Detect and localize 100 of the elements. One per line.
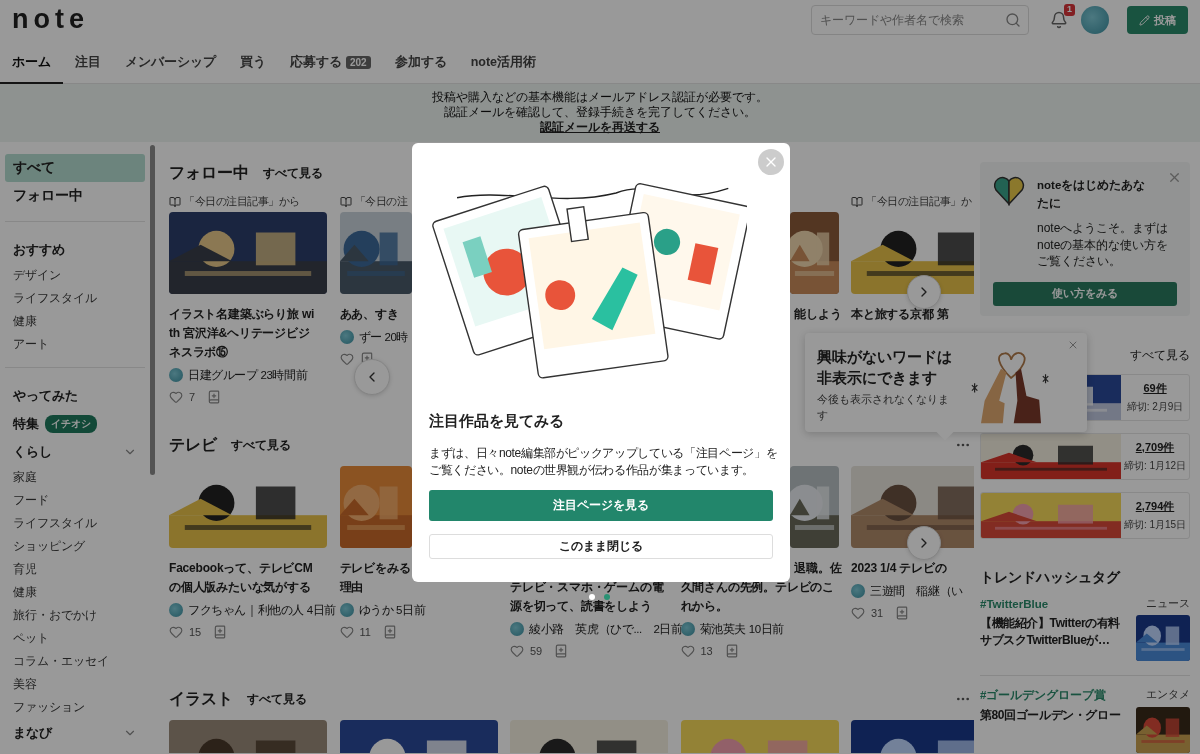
close-as-is-button[interactable]: このまま閉じる — [429, 534, 773, 559]
welcome-text: noteへようこそ。まずは noteの基本的な使い方を ご覧ください。 — [1037, 220, 1169, 270]
heart-icon[interactable] — [339, 352, 354, 366]
heart-icon — [993, 176, 1025, 206]
close-icon — [1167, 170, 1182, 185]
contest-card[interactable]: 2,794件 締切: 1月15日 — [980, 491, 1190, 539]
trend-article-title[interactable]: 【機能紹介】Twitterの有料 サブスクTwitterBlueが… — [980, 614, 1130, 661]
category-item[interactable]: 旅行・おでかけ — [5, 604, 145, 627]
article-title[interactable]: 能しよう — [794, 305, 842, 324]
category-item[interactable]: コラム・エッセイ — [5, 650, 145, 673]
category-item[interactable]: やってみた — [5, 382, 145, 410]
article-title[interactable]: 本と旅する京都 第 — [851, 305, 949, 324]
deadline: 締切: 1月12日 — [1123, 458, 1187, 473]
article-title[interactable]: イラスト名建築ぶらり旅 wi th 宮沢洋&ヘリテージビジ ネスラボ⑮ — [169, 305, 315, 362]
page-dot[interactable] — [604, 594, 610, 600]
nav-tab[interactable]: 買う — [228, 40, 278, 84]
category-item[interactable]: ライフスタイル — [5, 512, 145, 535]
like-count: 11 — [359, 626, 371, 638]
category-item[interactable]: ペット — [5, 627, 145, 650]
author-name: ゆうか 5日前 — [358, 602, 426, 618]
nav-tab[interactable]: 参加する — [382, 40, 459, 84]
heart-icon[interactable] — [851, 606, 865, 620]
previous-button[interactable] — [354, 359, 390, 395]
heart-icon[interactable] — [680, 644, 695, 658]
search-icon[interactable] — [1005, 12, 1021, 28]
heart-icon[interactable] — [339, 625, 354, 639]
avatar[interactable] — [1081, 6, 1109, 34]
article-title[interactable]: 2023 1/4 テレビの — [851, 559, 947, 578]
avatar — [339, 603, 354, 617]
notice-text: 認証メールを確認して、登録手続きを完了してください。 — [443, 105, 757, 120]
deadline: 締切: 2月9日 — [1126, 399, 1184, 414]
category-item[interactable]: フード — [5, 489, 145, 512]
nav-tab[interactable]: note活用術 — [458, 40, 549, 84]
contest-card[interactable]: 2,709件 締切: 1月12日 — [980, 432, 1190, 480]
view-featured-button[interactable]: 注目ページを見る — [429, 490, 773, 521]
scrollbar[interactable] — [150, 145, 155, 475]
category-item[interactable]: まなび — [5, 719, 145, 747]
hashtag-link[interactable]: #ゴールデングローブ賞 — [980, 687, 1107, 703]
like-count: 31 — [871, 607, 884, 619]
book-plus-icon[interactable] — [382, 625, 397, 639]
category-item[interactable]: 健康 — [5, 581, 145, 604]
author-name: 三遊間 稲継（い — [870, 583, 963, 599]
category-item[interactable]: すべて — [5, 154, 145, 182]
close-icon — [1067, 339, 1079, 351]
nav-tab[interactable]: メンバーシップ — [113, 40, 228, 84]
article-title[interactable]: ああ、すき — [339, 305, 399, 324]
like-count: 59 — [530, 645, 543, 657]
article-title[interactable]: 退職。佐 — [794, 559, 842, 578]
resend-link[interactable]: 認証メールを再送する — [540, 120, 660, 134]
category-item[interactable]: デザイン — [5, 264, 145, 287]
book-plus-icon[interactable] — [207, 390, 222, 404]
deadline: 締切: 1月15日 — [1123, 517, 1187, 532]
category-item[interactable]: フォロー中 — [5, 182, 145, 210]
book-plus-icon[interactable] — [554, 644, 569, 658]
category-label: ニュース — [1146, 596, 1190, 611]
heart-icon[interactable] — [510, 644, 524, 658]
category-item[interactable]: ショッピング — [5, 535, 145, 558]
search-field[interactable]: キーワードや作者名で検索 — [811, 5, 1029, 35]
article-title[interactable]: Facebookって、テレビCM の個人版みたいな気がする — [169, 559, 313, 597]
book-plus-icon[interactable] — [213, 625, 228, 639]
card-label: 「今日の注目記事」か — [866, 194, 971, 209]
entry-count: 2,794件 — [1135, 498, 1175, 514]
close-button[interactable] — [758, 149, 784, 175]
category-item[interactable]: 家庭 — [5, 466, 145, 489]
category-item[interactable]: くらし — [5, 438, 145, 466]
see-all-link[interactable]: すべて見る — [1130, 347, 1190, 364]
notice-text: 投稿や購入などの基本機能はメールアドレス認証が必要です。 — [431, 90, 769, 105]
card-label: 「今日の注目記事」から — [184, 194, 300, 209]
avatar — [169, 368, 183, 382]
entry-count: 2,709件 — [1135, 439, 1175, 455]
page-dot[interactable] — [589, 594, 595, 600]
category-item[interactable]: 美容 — [5, 673, 145, 696]
book-plus-icon[interactable] — [724, 644, 739, 658]
close-button[interactable] — [1167, 170, 1182, 185]
heart-icon[interactable] — [169, 625, 183, 639]
category-item[interactable]: 特集 イチオシ — [5, 410, 145, 438]
category-item[interactable]: 育児 — [5, 558, 145, 581]
close-button[interactable] — [1067, 339, 1079, 351]
hashtag-link[interactable]: #TwitterBlue — [980, 597, 1049, 610]
nav-tab[interactable]: 応募する 202 — [278, 40, 383, 84]
how-to-button[interactable]: 使い方をみる — [993, 281, 1177, 306]
see-all-link[interactable]: すべて見る — [231, 436, 291, 454]
category-item[interactable]: ライフスタイル — [5, 287, 145, 310]
trend-article-title[interactable]: 第80回ゴールデン・グロー — [980, 706, 1130, 753]
category-item[interactable]: ファッション — [5, 696, 145, 719]
book-plus-icon[interactable] — [895, 606, 910, 620]
avatar — [169, 603, 183, 617]
nav-tab[interactable]: 注目 — [63, 40, 113, 84]
like-count: 15 — [189, 626, 202, 638]
category-item[interactable]: アート — [5, 333, 145, 356]
post-button[interactable]: 投稿 — [1127, 6, 1188, 34]
note-logo[interactable]: note — [12, 5, 89, 33]
next-button[interactable] — [907, 275, 941, 309]
category-item[interactable]: 健康 — [5, 310, 145, 333]
heart-icon[interactable] — [169, 390, 183, 404]
category-item[interactable]: おすすめ — [5, 236, 145, 264]
see-all-link[interactable]: すべて見る — [263, 164, 323, 182]
see-all-link[interactable]: すべて見る — [247, 690, 307, 708]
next-button[interactable] — [907, 526, 941, 560]
article-title[interactable]: テレビをみる 理由 — [339, 559, 411, 597]
